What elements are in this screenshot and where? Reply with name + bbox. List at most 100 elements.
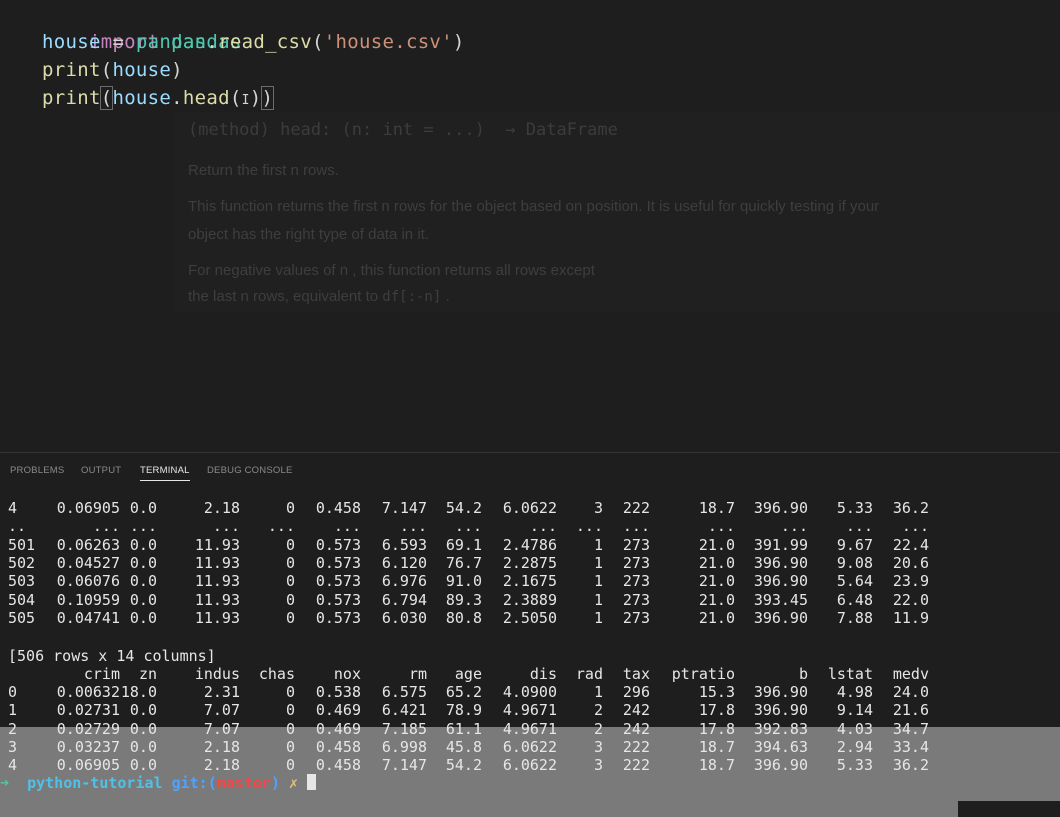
table-cell: 2.31 xyxy=(203,683,240,701)
table-cell: 2.18 xyxy=(203,737,240,756)
table-cell: 21.6 xyxy=(892,701,929,720)
table-cell: 11.93 xyxy=(194,553,240,572)
table-cell: 6.575 xyxy=(381,683,427,701)
table-cell: 0.0 xyxy=(129,701,157,720)
table-cell: 1 xyxy=(593,590,603,609)
table-cell: 2.2875 xyxy=(502,553,557,572)
table-row: 502 0.04527 0.0 11.93 0 0.573 6.120 76.7 2.2875 1… xyxy=(0,554,1060,572)
table-cell: 18.0 xyxy=(120,683,157,701)
shell-prompt[interactable]: ➜ python-tutorial git:(master) ✗ xyxy=(0,773,1060,793)
table-cell: 396.90 xyxy=(753,572,808,591)
table-cell: 273 xyxy=(622,572,650,591)
table-cell: 0.458 xyxy=(315,499,361,517)
table-cell: 0.06905 xyxy=(56,499,120,517)
table-cell: 6.421 xyxy=(381,701,427,720)
table-cell: 4.0900 xyxy=(502,683,557,701)
table-cell: age xyxy=(454,665,482,683)
operator: = xyxy=(100,31,136,53)
table-cell: chas xyxy=(258,665,295,683)
table-cell: 242 xyxy=(622,701,650,720)
prompt-arrow-icon: ➜ xyxy=(0,774,10,792)
table-cell: 36.2 xyxy=(892,499,929,517)
table-cell: 2.3889 xyxy=(502,590,557,609)
table-cell: 17.8 xyxy=(698,701,735,720)
table-cell: 21.0 xyxy=(698,608,735,627)
table-cell: 21.0 xyxy=(698,590,735,609)
table-cell: 61.1 xyxy=(445,719,482,738)
tab-debug-console[interactable]: DEBUG CONSOLE xyxy=(207,465,292,480)
table-cell: 2 xyxy=(593,719,603,738)
table-cell: 0.02729 xyxy=(56,719,120,738)
function-name: print xyxy=(42,59,101,81)
paren: ) xyxy=(452,31,465,53)
tab-problems[interactable]: PROBLEMS xyxy=(10,465,64,480)
table-cell: ... xyxy=(780,517,808,536)
table-cell: 273 xyxy=(622,535,650,554)
tab-output[interactable]: OUTPUT xyxy=(81,465,121,480)
table-cell: 7.147 xyxy=(381,499,427,517)
code-editor[interactable]: import pandas house = pandas.read_csv('h… xyxy=(0,0,1060,452)
row-index: 503 xyxy=(8,572,36,591)
table-cell: 7.07 xyxy=(203,719,240,738)
table-cell: tax xyxy=(622,665,650,683)
table-cell: 0.538 xyxy=(315,683,361,701)
table-cell: 18.7 xyxy=(698,737,735,756)
table-cell: 6.0622 xyxy=(502,756,557,775)
paren: ( xyxy=(312,31,324,53)
hover-signature: (method) head: (n: int = ...) → DataFram… xyxy=(188,120,618,140)
paren: ( xyxy=(100,59,113,81)
table-cell: 4.03 xyxy=(836,719,873,738)
table-cell: ... xyxy=(901,517,929,536)
table-cell: 222 xyxy=(622,756,650,775)
table-cell: nox xyxy=(333,665,361,683)
table-cell: 0.0 xyxy=(129,553,157,572)
matched-paren: ( xyxy=(99,86,114,110)
table-cell: 273 xyxy=(622,553,650,572)
table-cell: 0.469 xyxy=(315,701,361,720)
table-cell: 273 xyxy=(622,590,650,609)
table-cell: 242 xyxy=(622,719,650,738)
table-cell: 54.2 xyxy=(445,499,482,517)
variable: house xyxy=(112,87,172,109)
summary-line: [506 rows x 14 columns] xyxy=(0,647,1060,665)
hover-tooltip: (method) head: (n: int = ...) → DataFram… xyxy=(174,112,1060,312)
code-line-1[interactable]: import pandas xyxy=(42,0,242,53)
table-cell: 222 xyxy=(622,499,650,517)
table-cell: 1 xyxy=(593,553,603,572)
code-line-3[interactable]: print(house) xyxy=(42,56,183,84)
table-cell: ... xyxy=(845,517,873,536)
terminal[interactable]: 4 0.06905 0.0 2.18 0 0.458 7.147 54.2 6.0622 3 222… xyxy=(0,497,1060,817)
code-line-2[interactable]: house = pandas.read_csv('house.csv') xyxy=(42,28,465,56)
tab-terminal[interactable]: TERMINAL xyxy=(140,465,190,481)
table-cell: 6.48 xyxy=(836,590,873,609)
hover-doc-line: Return the first n rows. xyxy=(188,162,339,179)
table-row: 501 0.06263 0.0 11.93 0 0.573 6.593 69.1 2.4786 1… xyxy=(0,536,1060,554)
table-row: 2 0.02729 0.0 7.07 0 0.469 7.185 61.1 4.9671 2 242… xyxy=(0,720,1060,738)
text-cursor-icon: I xyxy=(241,93,250,108)
table-cell: 45.8 xyxy=(445,737,482,756)
table-cell: 36.2 xyxy=(892,756,929,775)
table-cell: 11.93 xyxy=(194,590,240,609)
table-cell: ... xyxy=(529,517,557,536)
table-cell: ... xyxy=(129,517,157,536)
bottom-panel: PROBLEMS OUTPUT TERMINAL DEBUG CONSOLE 4… xyxy=(0,452,1060,817)
row-index: 505 xyxy=(8,608,36,627)
table-cell: 9.67 xyxy=(836,535,873,554)
table-cell: 6.998 xyxy=(381,737,427,756)
code-line-4[interactable]: print(house.head(I)) xyxy=(42,84,275,112)
table-cell: 6.976 xyxy=(381,572,427,591)
table-cell: 18.7 xyxy=(698,756,735,775)
table-cell: 391.99 xyxy=(753,535,808,554)
table-cell: ... xyxy=(622,517,650,536)
table-cell: 0.06263 xyxy=(56,535,120,554)
prompt-git: git:( xyxy=(171,774,217,792)
table-cell: 0 xyxy=(285,535,295,554)
table-cell: 33.4 xyxy=(892,737,929,756)
table-cell: 0.0 xyxy=(129,535,157,554)
panel-tabs: PROBLEMS OUTPUT TERMINAL DEBUG CONSOLE xyxy=(0,453,1060,489)
table-cell: 7.147 xyxy=(381,756,427,775)
table-cell: 6.120 xyxy=(381,553,427,572)
module-name: pandas xyxy=(135,31,207,53)
table-cell: 4.98 xyxy=(836,683,873,701)
dot: . xyxy=(171,87,183,109)
